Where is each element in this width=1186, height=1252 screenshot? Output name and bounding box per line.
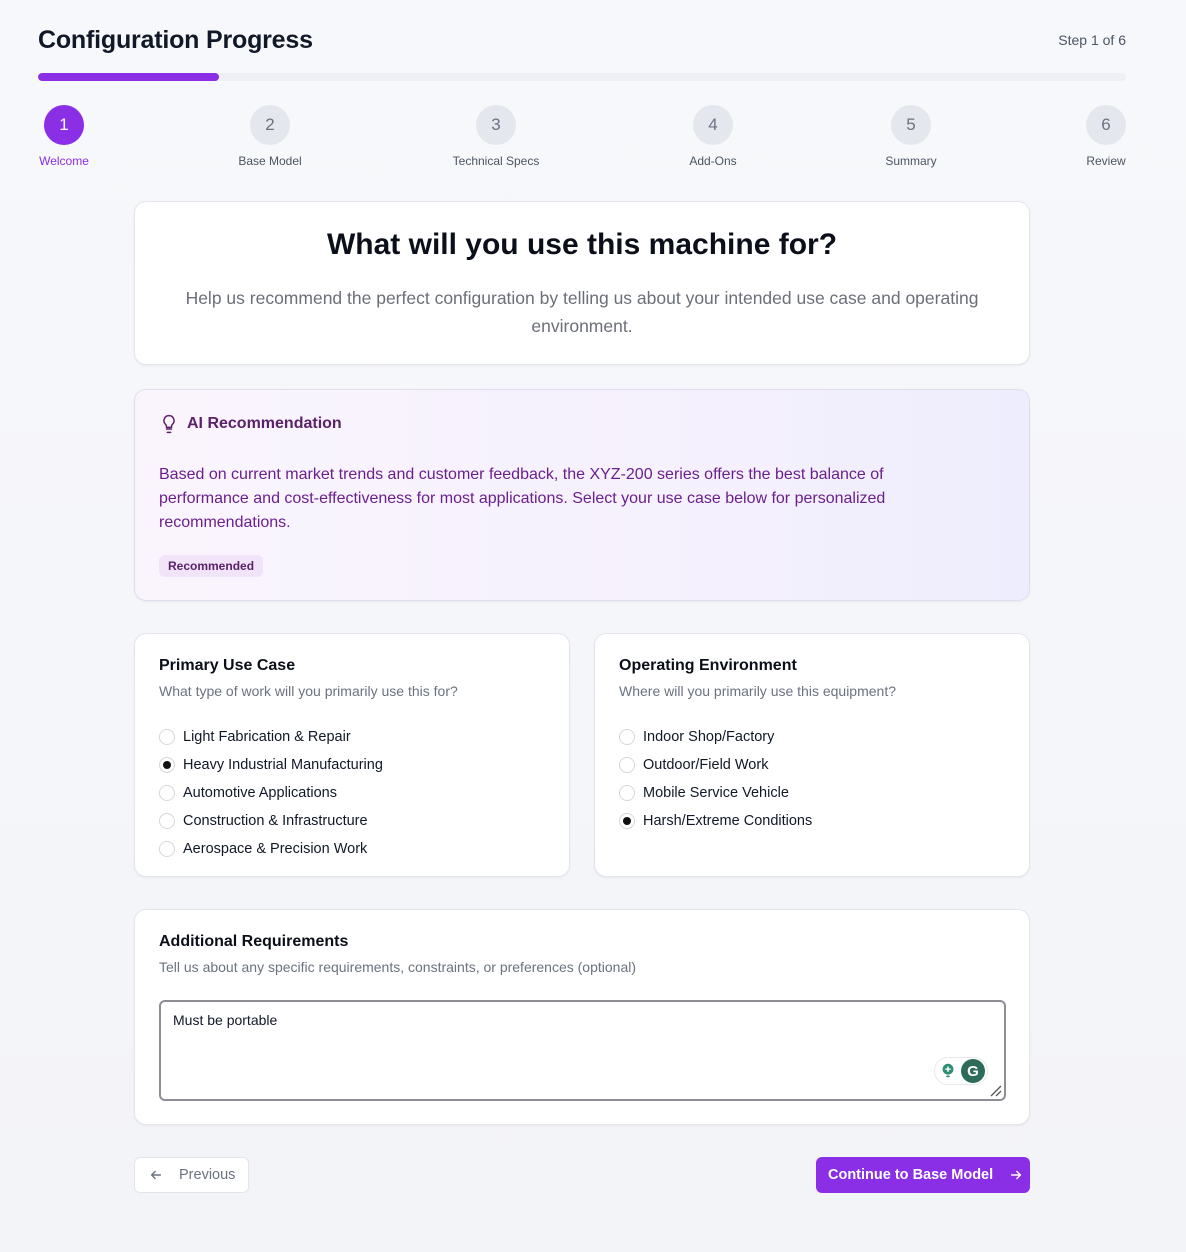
ai-recommendation-title: AI Recommendation (187, 415, 342, 432)
step-number: 5 (891, 105, 931, 145)
intro-subtitle: Help us recommend the perfect configurat… (185, 288, 979, 336)
radio-button[interactable] (159, 785, 175, 801)
step-base-model[interactable]: 2 Base Model (230, 105, 310, 168)
additional-requirements-card: Additional Requirements Tell us about an… (134, 909, 1030, 1125)
option-label: Automotive Applications (183, 785, 337, 801)
page-header: Configuration Progress Step 1 of 6 (38, 26, 1126, 56)
lightbulb-icon (163, 414, 175, 434)
environment-subtitle: Where will you primarily use this equipm… (619, 683, 896, 699)
progress-bar-fill (38, 73, 220, 81)
step-label: Base Model (238, 154, 302, 168)
intro-title: What will you use this machine for? (326, 228, 838, 261)
additional-requirements-textarea[interactable]: Must be portable G (159, 1000, 1006, 1101)
step-number: 2 (250, 105, 290, 145)
option-label: Heavy Industrial Manufacturing (183, 757, 383, 773)
additional-title: Additional Requirements (159, 933, 349, 950)
step-counter: Step 1 of 6 (1058, 32, 1126, 48)
radio-button[interactable] (619, 813, 635, 829)
arrow-right-icon (1011, 1170, 1022, 1180)
environment-option[interactable]: Harsh/Extreme Conditions (619, 807, 812, 835)
radio-button[interactable] (619, 729, 635, 745)
step-label: Review (1086, 154, 1126, 168)
grammar-tools[interactable]: G (934, 1057, 988, 1085)
environment-title: Operating Environment (619, 657, 797, 674)
step-summary[interactable]: 5 Summary (881, 105, 941, 168)
resize-handle-icon[interactable] (988, 1083, 1002, 1097)
grammarly-icon[interactable]: G (961, 1059, 985, 1083)
radio-button[interactable] (159, 841, 175, 857)
use-case-option[interactable]: Heavy Industrial Manufacturing (159, 751, 383, 779)
ai-recommendation-card: AI Recommendation Based on current marke… (134, 389, 1030, 601)
previous-label: Previous (179, 1167, 236, 1183)
arrow-left-icon (150, 1170, 162, 1180)
step-indicator: 1 Welcome 2 Base Model 3 Technical Specs… (0, 105, 1186, 175)
use-case-subtitle: What type of work will you primarily use… (159, 683, 458, 699)
intro-card: What will you use this machine for? Help… (134, 201, 1030, 365)
option-label: Light Fabrication & Repair (183, 729, 351, 745)
option-label: Mobile Service Vehicle (643, 785, 789, 801)
use-case-option[interactable]: Automotive Applications (159, 779, 383, 807)
previous-button[interactable]: Previous (134, 1157, 249, 1193)
use-case-title: Primary Use Case (159, 657, 296, 674)
use-case-option[interactable]: Aerospace & Precision Work (159, 835, 383, 863)
environment-options: Indoor Shop/Factory Outdoor/Field Work Mob… (619, 723, 812, 835)
option-label: Aerospace & Precision Work (183, 841, 368, 857)
environment-option[interactable]: Outdoor/Field Work (619, 751, 812, 779)
option-label: Harsh/Extreme Conditions (643, 813, 813, 829)
step-number: 1 (44, 105, 84, 145)
primary-use-case-card: Primary Use Case What type of work will … (134, 633, 570, 877)
environment-option[interactable]: Indoor Shop/Factory (619, 723, 812, 751)
step-number: 4 (693, 105, 733, 145)
textarea-value: Must be portable (173, 1012, 278, 1028)
radio-button[interactable] (619, 785, 635, 801)
step-label: Welcome (39, 154, 89, 168)
use-case-option[interactable]: Construction & Infrastructure (159, 807, 383, 835)
additional-subtitle: Tell us about any specific requirements,… (159, 959, 637, 975)
operating-environment-card: Operating Environment Where will you pri… (594, 633, 1030, 877)
step-number: 3 (476, 105, 516, 145)
page-title: Configuration Progress (38, 26, 313, 54)
step-label: Add-Ons (689, 154, 737, 168)
ai-recommendation-header: AI Recommendation (159, 414, 342, 434)
step-label: Summary (885, 154, 937, 168)
ai-recommendation-text: Based on current market trends and custo… (159, 466, 886, 531)
continue-button[interactable]: Continue to Base Model (816, 1157, 1030, 1193)
option-label: Indoor Shop/Factory (643, 729, 775, 745)
use-case-options: Light Fabrication & Repair Heavy Industri… (159, 723, 383, 863)
step-label: Technical Specs (452, 154, 540, 168)
radio-button[interactable] (619, 757, 635, 773)
suggestion-bulb-icon[interactable] (937, 1060, 959, 1082)
environment-option[interactable]: Mobile Service Vehicle (619, 779, 812, 807)
radio-button[interactable] (159, 757, 175, 773)
option-label: Construction & Infrastructure (183, 813, 368, 829)
step-add-ons[interactable]: 4 Add-Ons (683, 105, 743, 168)
radio-button[interactable] (159, 729, 175, 745)
step-number: 6 (1086, 105, 1126, 145)
step-welcome[interactable]: 1 Welcome (38, 105, 90, 168)
radio-button[interactable] (159, 813, 175, 829)
progress-bar (38, 73, 1126, 81)
recommended-badge: Recommended (159, 555, 264, 577)
step-technical-specs[interactable]: 3 Technical Specs (446, 105, 546, 168)
option-label: Outdoor/Field Work (643, 757, 769, 773)
step-review[interactable]: 6 Review (1085, 105, 1127, 168)
use-case-option[interactable]: Light Fabrication & Repair (159, 723, 383, 751)
continue-label: Continue to Base Model (828, 1167, 994, 1183)
